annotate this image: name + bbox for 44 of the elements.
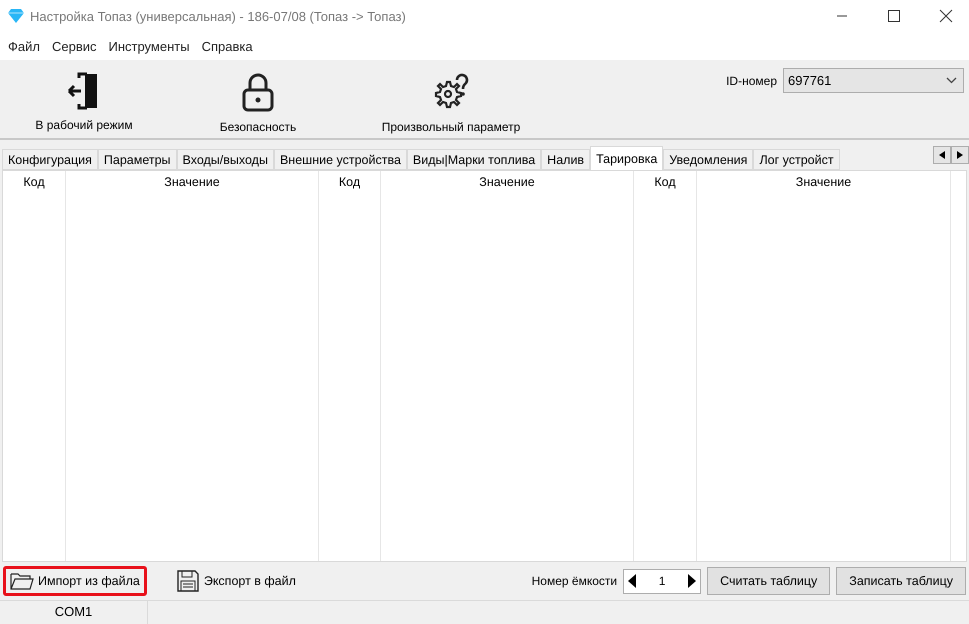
decrement-icon: [628, 574, 636, 588]
menu-item[interactable]: Файл: [2, 38, 46, 54]
tab[interactable]: Уведомления: [663, 149, 754, 170]
diamond-icon: [8, 9, 24, 23]
table-button[interactable]: Считать таблицу: [707, 567, 830, 595]
left-triangle-icon: [939, 151, 945, 159]
tab[interactable]: Тарировка: [590, 146, 664, 170]
tab[interactable]: Входы/выходы: [176, 149, 274, 170]
tank-number-label: Номер ёмкости: [532, 574, 618, 588]
column-header[interactable]: Код: [634, 171, 696, 193]
tab[interactable]: Виды|Марки топлива: [406, 149, 542, 170]
import-button[interactable]: Импорт из файла: [3, 566, 147, 596]
tab[interactable]: Параметры: [98, 149, 177, 170]
column-header[interactable]: Значение: [66, 171, 318, 193]
column-header[interactable]: Код: [3, 171, 65, 193]
export-button[interactable]: Экспорт в файл: [168, 566, 303, 596]
right-triangle-icon: [957, 151, 963, 159]
column-header[interactable]: Код: [319, 171, 380, 193]
column-header[interactable]: Значение: [697, 171, 950, 193]
toolbar-button[interactable]: В рабочий режим: [0, 72, 168, 132]
padlock-icon: [241, 72, 275, 112]
id-label: ID-номер: [726, 74, 777, 88]
toolbar-button[interactable]: Произвольный параметр: [348, 72, 554, 134]
table-button[interactable]: Записать таблицу: [836, 567, 966, 595]
menu-item[interactable]: Сервис: [46, 38, 102, 54]
tab[interactable]: Внешние устройства: [274, 149, 407, 170]
chevron-down-icon: [946, 77, 957, 84]
id-dropdown[interactable]: 697761: [783, 68, 964, 93]
column-header[interactable]: Значение: [381, 171, 633, 193]
port-status: COM1: [0, 601, 148, 624]
tab[interactable]: Конфигурация: [2, 149, 98, 170]
scroll-left-button[interactable]: [933, 146, 951, 164]
toolbar-button[interactable]: Безопасность: [168, 72, 348, 134]
menu-item[interactable]: Инструменты: [102, 38, 196, 54]
tab[interactable]: Лог устройст: [753, 149, 840, 170]
tank-number-spinner[interactable]: 1: [623, 568, 702, 594]
increment-icon: [688, 574, 696, 588]
window-title: Настройка Топаз (универсальная) - 186-07/08 (Топаз -> Топаз): [30, 8, 407, 24]
folder-icon: [10, 571, 34, 591]
menu-item[interactable]: Справка: [196, 38, 259, 54]
tab[interactable]: Налив: [541, 149, 590, 170]
close-icon: [939, 9, 953, 23]
scroll-right-button[interactable]: [951, 146, 969, 164]
maximize-icon: [888, 10, 900, 22]
